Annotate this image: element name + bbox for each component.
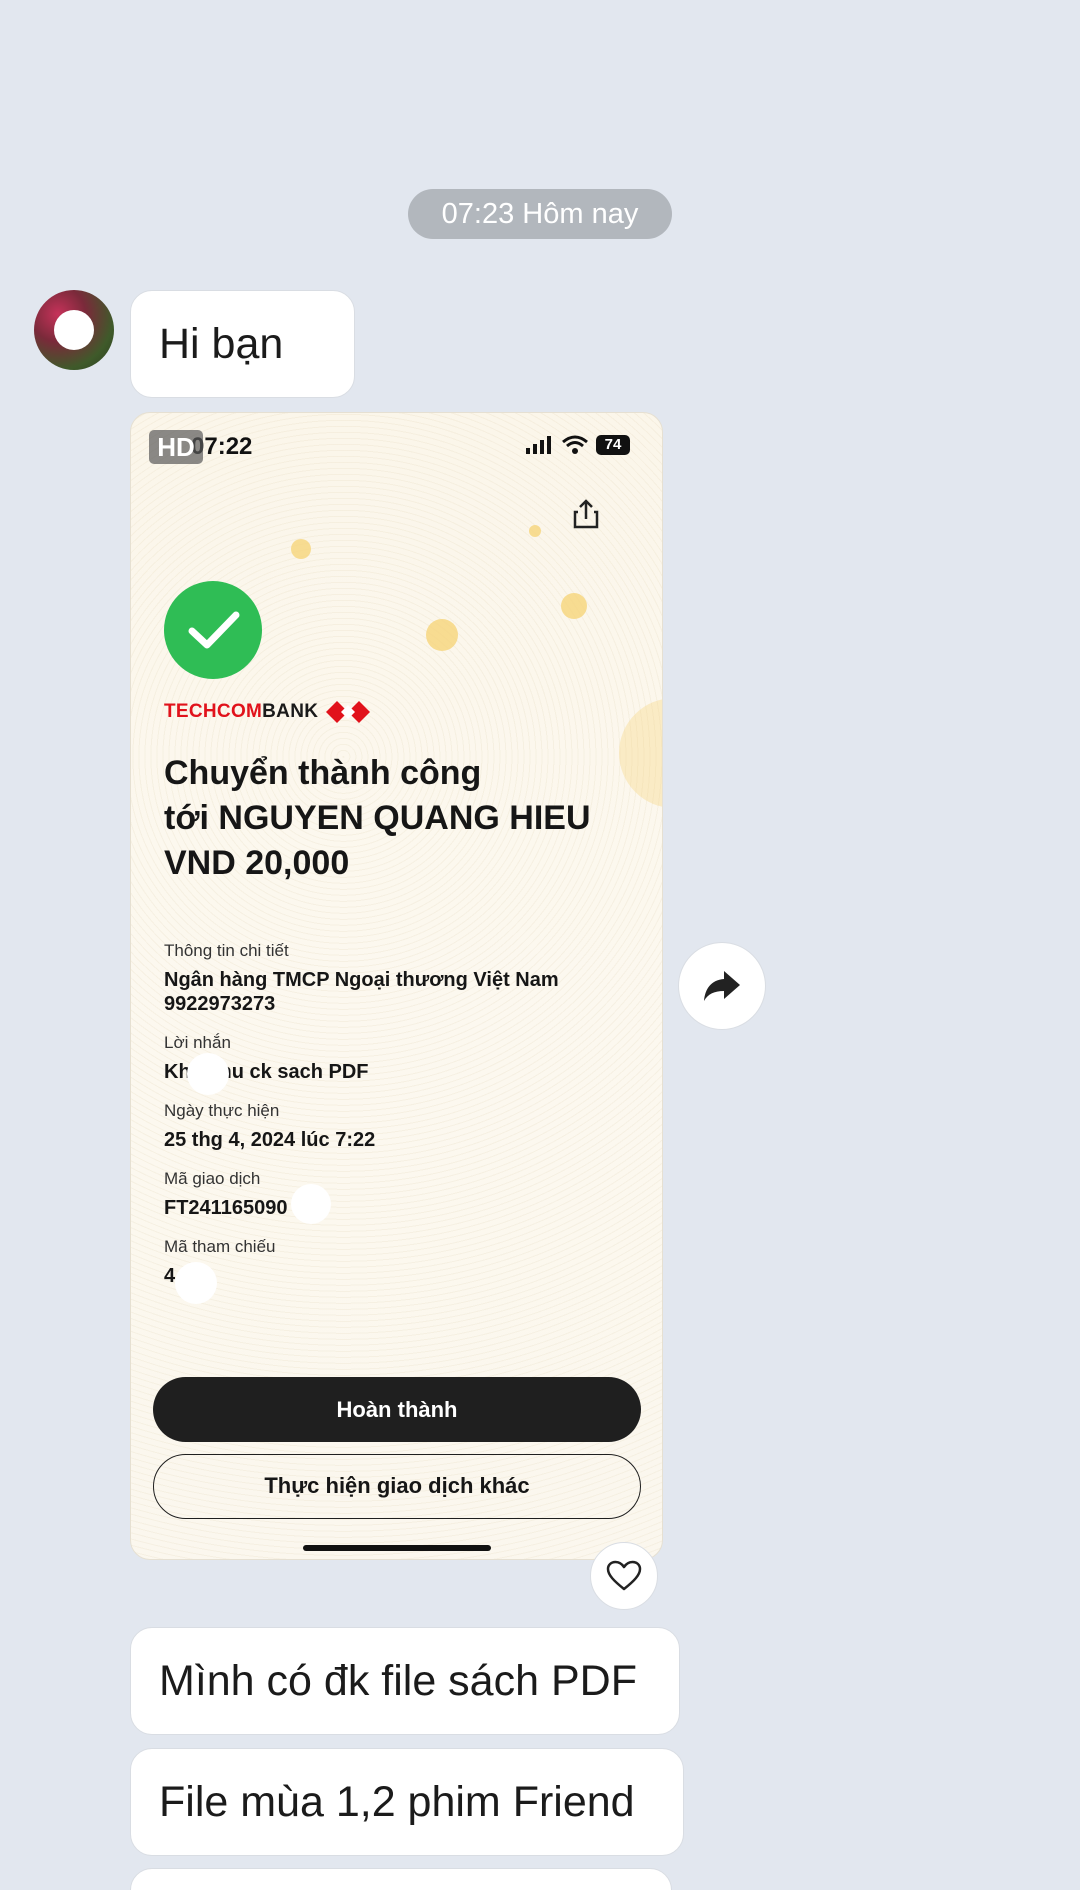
message-text: Hi bạn: [159, 319, 284, 368]
avatar-mask: [54, 310, 94, 350]
transfer-headline: Chuyển thành công tới NGUYEN QUANG HIEU …: [164, 751, 644, 886]
home-indicator: [303, 1545, 491, 1551]
share-icon: [573, 499, 599, 529]
image-message[interactable]: 07:22 HD 74 TECHCOMBANK Chuyển thành côn…: [130, 412, 663, 1560]
message-bubble-partial[interactable]: [130, 1868, 672, 1890]
forward-arrow-icon: [704, 971, 740, 1001]
signal-icon: [526, 436, 551, 454]
receipt-status-icons: 74: [526, 435, 630, 455]
message-bubble[interactable]: File mùa 1,2 phim Friend: [130, 1748, 684, 1856]
detail-info-label: Thông tin chi tiết: [164, 941, 289, 960]
heart-icon: [606, 1560, 642, 1591]
transaction-id-label: Mã giao dịch: [164, 1169, 261, 1188]
new-transaction-button: Thực hiện giao dịch khác: [153, 1454, 641, 1519]
forward-button[interactable]: [678, 942, 766, 1030]
date-value: 25 thg 4, 2024 lúc 7:22: [164, 1129, 376, 1151]
redaction-dot: [187, 1053, 229, 1095]
decor-coin: [291, 539, 311, 559]
wifi-icon: [562, 435, 588, 454]
reference-label: Mã tham chiếu: [164, 1237, 276, 1256]
sender-avatar[interactable]: [34, 290, 114, 370]
recipient-account: 9922973273: [164, 993, 276, 1015]
headline-line: tới NGUYEN QUANG HIEU: [164, 799, 591, 837]
recipient-bank: Ngân hàng TMCP Ngoại thương Việt Nam: [164, 969, 559, 991]
success-check-icon: [164, 581, 262, 679]
redaction-dot: [175, 1262, 217, 1304]
message-label: Lời nhắn: [164, 1033, 231, 1052]
redaction-dot: [291, 1184, 331, 1224]
date-separator: 07:23 Hôm nay: [408, 189, 672, 239]
like-button[interactable]: [590, 1542, 658, 1610]
decor-coin: [426, 619, 458, 651]
amount: VND 20,000: [164, 844, 350, 882]
decor-coin: [529, 525, 541, 537]
done-button: Hoàn thành: [153, 1377, 641, 1442]
techcombank-diamond-icon: [326, 701, 371, 723]
techcombank-logo: TECHCOMBANK: [164, 698, 371, 726]
message-bubble[interactable]: Mình có đk file sách PDF: [130, 1627, 680, 1735]
message-bubble[interactable]: Hi bạn: [130, 290, 355, 398]
headline-line: Chuyển thành công: [164, 754, 482, 792]
message-text: File mùa 1,2 phim Friend: [159, 1777, 635, 1826]
battery-icon: 74: [596, 435, 630, 455]
chat-screen: 07:23 Hôm nay Hi bạn 07:22 HD 74 TECHCOM…: [0, 0, 1080, 1890]
bank-name: TECHCOMBANK: [164, 701, 319, 722]
decor-coin: [561, 593, 587, 619]
date-label: Ngày thực hiện: [164, 1101, 280, 1120]
hd-badge: HD: [149, 430, 203, 464]
message-text: Mình có đk file sách PDF: [159, 1656, 637, 1705]
